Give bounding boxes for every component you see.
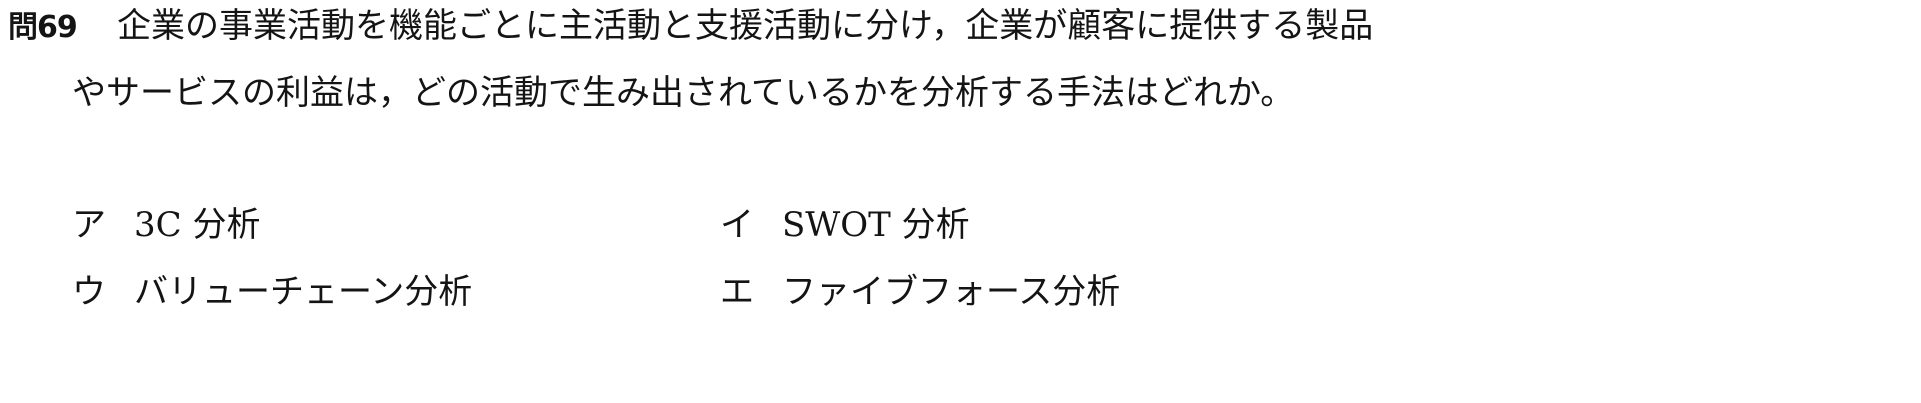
- choice-e[interactable]: エファイブフォース分析: [720, 270, 1120, 314]
- question-text-line-1: 企業の事業活動を機能ごとに主活動と支援活動に分け，企業が顧客に提供する製品: [117, 6, 1374, 46]
- choice-a[interactable]: ア 3C 分析: [72, 203, 260, 247]
- choice-u-text: バリューチェーン分析: [134, 272, 473, 312]
- choice-i-mark: イ: [720, 205, 754, 245]
- choice-e-mark: エ: [720, 272, 754, 312]
- choice-u[interactable]: ウバリューチェーン分析: [72, 270, 472, 314]
- choice-i-text: SWOT 分析: [782, 205, 970, 245]
- choice-a-mark: ア: [72, 205, 106, 245]
- choice-e-text: ファイブフォース分析: [782, 272, 1121, 312]
- question-number: 問69: [8, 10, 78, 45]
- choice-u-mark: ウ: [72, 272, 106, 312]
- choice-a-text: 3C 分析: [134, 205, 261, 245]
- choice-i[interactable]: イ SWOT 分析: [720, 203, 970, 247]
- question-text-line-2: やサービスの利益は，どの活動で生み出されているかを分析する手法はどれか。: [72, 73, 1295, 113]
